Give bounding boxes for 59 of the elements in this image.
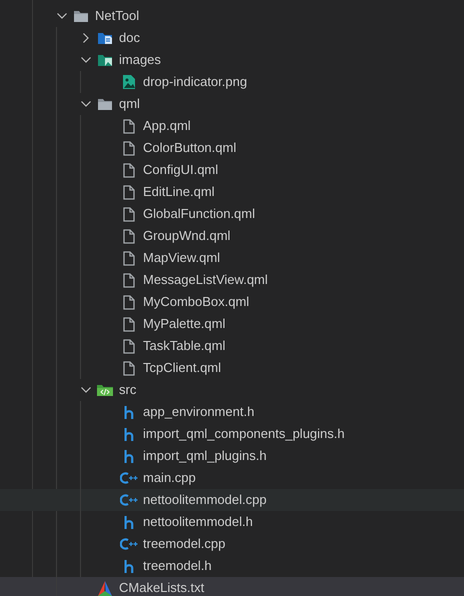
folder-icon (97, 97, 113, 111)
file-icon (123, 162, 135, 178)
cmake-icon (97, 580, 113, 596)
tree-item[interactable]: qml (0, 93, 464, 115)
header-file-icon (124, 560, 134, 572)
header-file-icon (124, 428, 134, 440)
file-icon (123, 206, 135, 222)
file-icon (123, 250, 135, 266)
tree-item[interactable]: doc (0, 27, 464, 49)
file-icon (123, 360, 135, 376)
tree-item[interactable]: TcpClient.qml (0, 357, 464, 379)
file-icon (123, 272, 135, 288)
file-icon (123, 316, 135, 332)
header-file-icon (124, 406, 134, 418)
cpp-file-icon (120, 494, 138, 506)
header-file-icon (124, 516, 134, 528)
chevron-right-icon[interactable] (83, 33, 89, 43)
tree-item[interactable]: MyPalette.qml (0, 313, 464, 335)
tree-item[interactable]: MapView.qml (0, 247, 464, 269)
folder-icon (97, 31, 113, 45)
tree-item[interactable]: GlobalFunction.qml (0, 203, 464, 225)
folder-icon (97, 53, 113, 67)
header-file-icon (124, 450, 134, 462)
chevron-down-icon[interactable] (81, 101, 91, 107)
tree-item[interactable]: NetTool (0, 5, 464, 27)
image-file-icon (122, 74, 136, 90)
folder-icon (96, 383, 114, 397)
tree-item[interactable]: MyComboBox.qml (0, 291, 464, 313)
tree-item[interactable]: treemodel.h (0, 555, 464, 577)
tree-item[interactable]: App.qml (0, 115, 464, 137)
chevron-down-icon[interactable] (57, 13, 67, 19)
tree-item[interactable]: app_environment.h (0, 401, 464, 423)
tree-item[interactable]: TaskTable.qml (0, 335, 464, 357)
tree-item[interactable]: GroupWnd.qml (0, 225, 464, 247)
tree-item[interactable]: import_qml_components_plugins.h (0, 423, 464, 445)
tree-item[interactable]: CMakeLists.txt (0, 577, 464, 596)
file-icon (123, 228, 135, 244)
chevron-down-icon[interactable] (81, 57, 91, 63)
tree-item[interactable]: images (0, 49, 464, 71)
file-icon (123, 140, 135, 156)
tree-item[interactable]: ConfigUI.qml (0, 159, 464, 181)
tree-item[interactable]: src (0, 379, 464, 401)
tree-item[interactable]: nettoolitemmodel.h (0, 511, 464, 533)
folder-icon (73, 9, 89, 23)
tree-item[interactable]: import_qml_plugins.h (0, 445, 464, 467)
cpp-file-icon (120, 472, 138, 484)
tree-item[interactable]: main.cpp (0, 467, 464, 489)
tree-item[interactable]: drop-indicator.png (0, 71, 464, 93)
file-icon (123, 294, 135, 310)
file-icon (123, 338, 135, 354)
file-icon (123, 118, 135, 134)
tree-item[interactable]: EditLine.qml (0, 181, 464, 203)
cpp-file-icon (120, 538, 138, 550)
chevron-down-icon[interactable] (81, 387, 91, 393)
tree-item[interactable]: treemodel.cpp (0, 533, 464, 555)
tree-item[interactable]: ColorButton.qml (0, 137, 464, 159)
file-icon (123, 184, 135, 200)
tree-item[interactable]: MessageListView.qml (0, 269, 464, 291)
tree-item[interactable]: nettoolitemmodel.cpp (0, 489, 464, 511)
